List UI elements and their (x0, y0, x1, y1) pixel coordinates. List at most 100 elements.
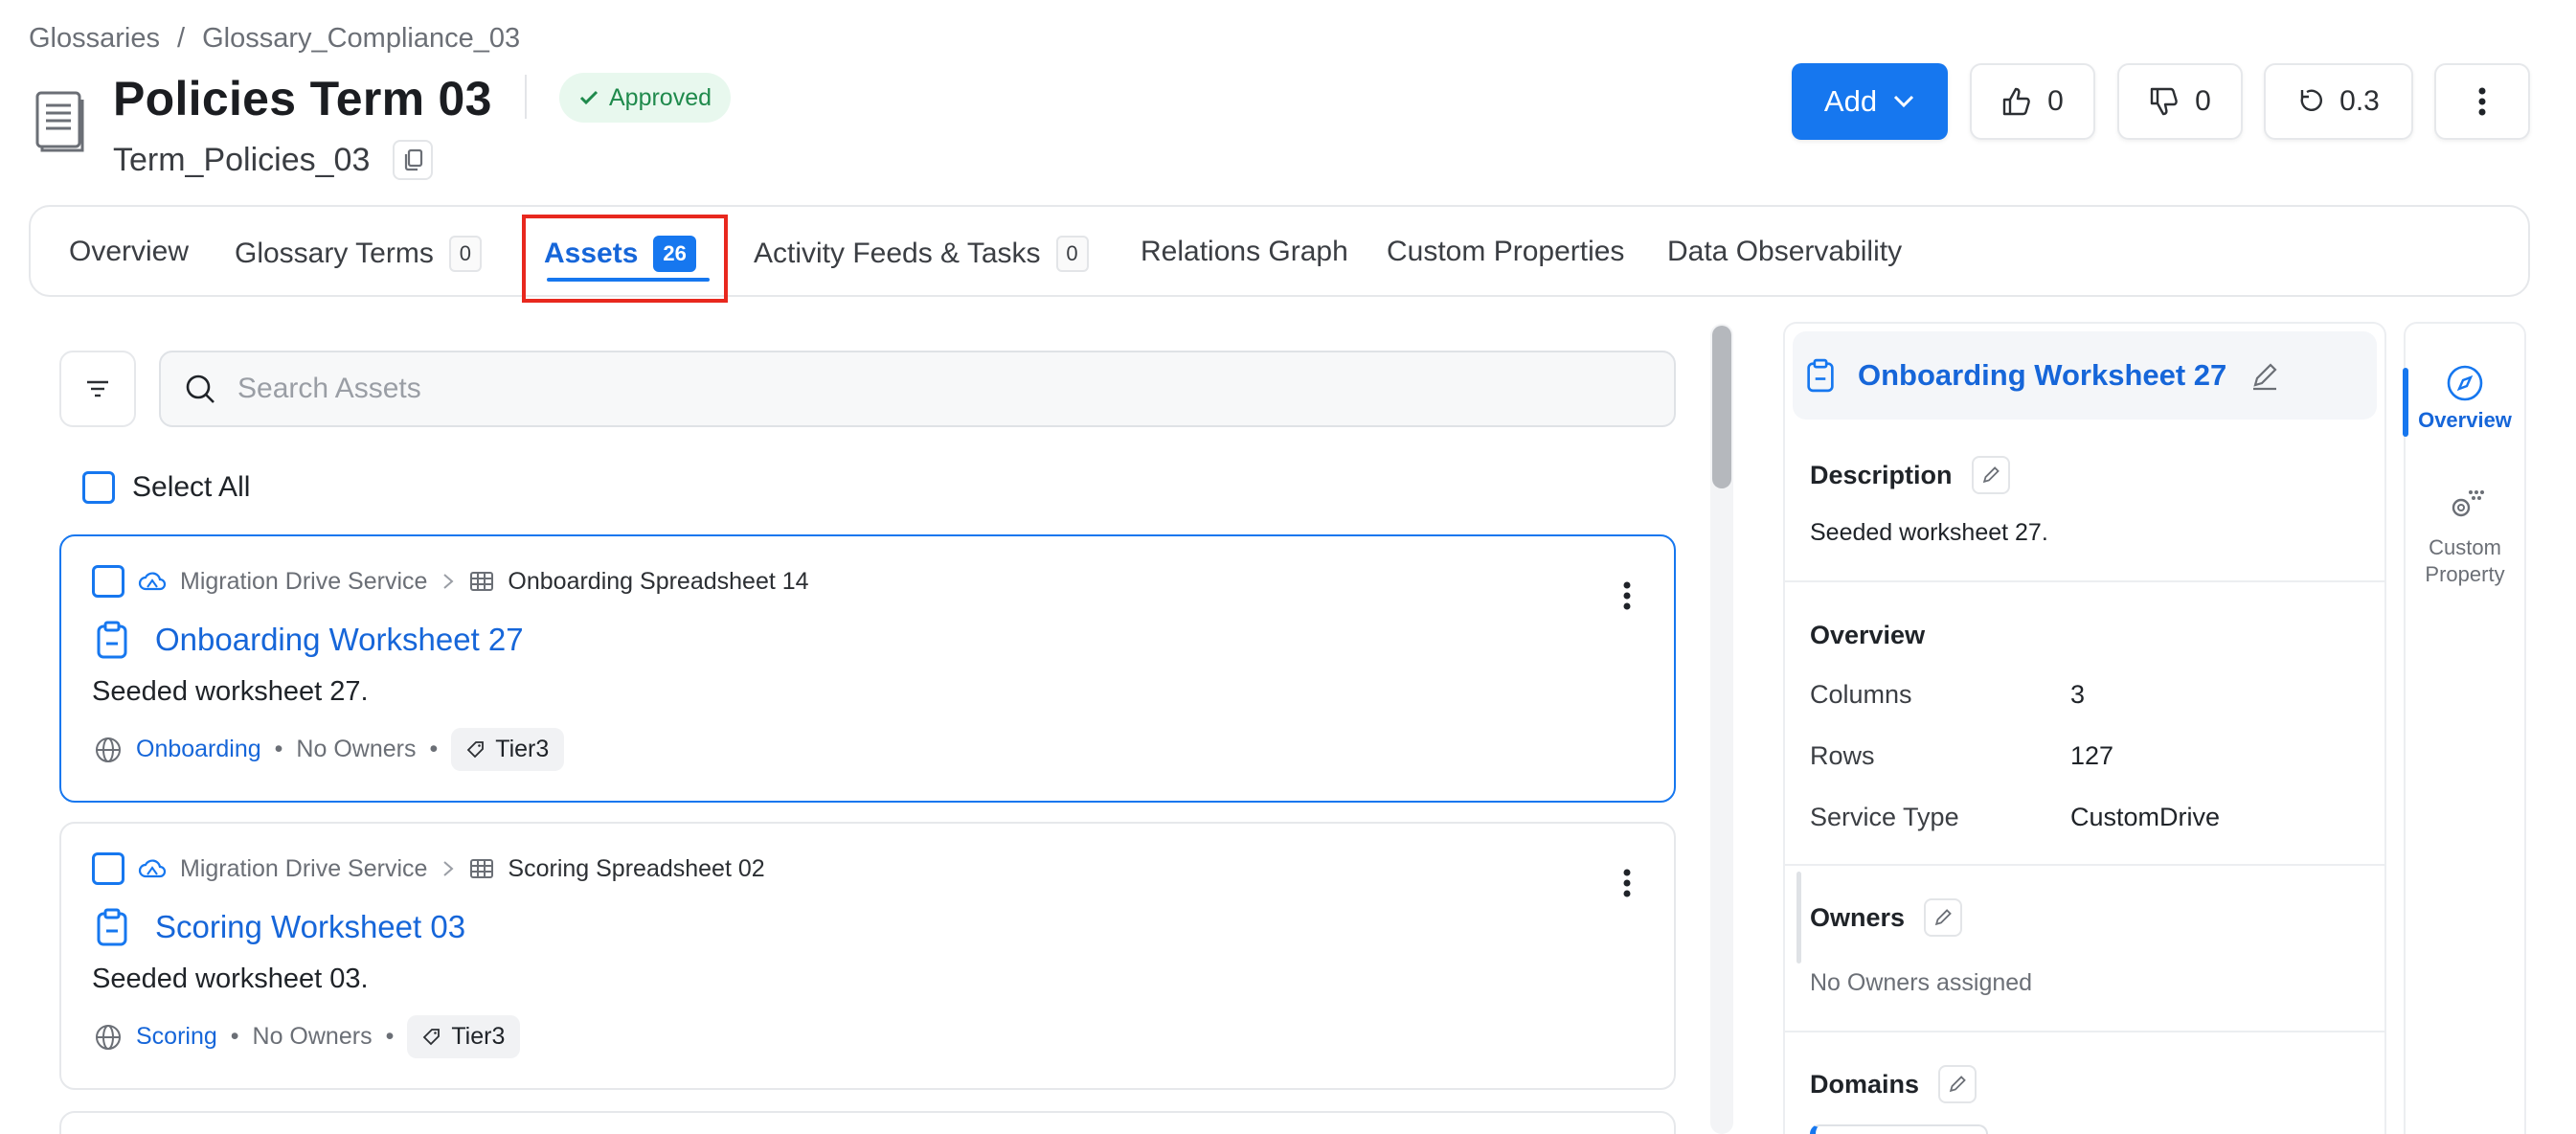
asset-card[interactable]: Migration Drive Service Scoring Spreadsh… (59, 822, 1676, 1090)
tab-count: 0 (448, 236, 482, 272)
details-panel (1783, 322, 2386, 1134)
domains-header: Domains (1810, 1065, 1977, 1103)
rail-overview[interactable]: Overview (2404, 364, 2526, 433)
asset-meta: Onboarding • No Owners • Tier3 (94, 728, 565, 771)
like-count: 0 (2047, 85, 2064, 117)
asset-name-link[interactable]: Scoring Worksheet 03 (155, 909, 465, 945)
tab-label: Relations Graph (1141, 236, 1348, 267)
tab-relations-graph[interactable]: Relations Graph (1141, 236, 1348, 268)
asset-breadcrumb: Migration Drive Service Onboarding Sprea… (92, 565, 809, 598)
asset-menu-icon[interactable] (1622, 868, 1632, 898)
like-button[interactable]: 0 (1970, 63, 2095, 140)
chevron-right-icon (443, 861, 454, 876)
page-title: Policies Term 03 (113, 72, 492, 125)
parent-link[interactable]: Scoring Spreadsheet 02 (508, 855, 764, 883)
breadcrumb-current[interactable]: Glossary_Compliance_03 (202, 23, 520, 55)
select-all[interactable]: Select All (82, 471, 250, 504)
edit-owners-button[interactable] (1924, 898, 1963, 937)
tab-activity-feeds[interactable]: Activity Feeds & Tasks 0 (754, 236, 1089, 272)
owners-text: No Owners (252, 1023, 373, 1050)
tab-label: Custom Properties (1387, 236, 1625, 267)
kebab-menu-icon (2478, 87, 2486, 116)
service-link[interactable]: Migration Drive Service (180, 568, 427, 596)
display-name: Term_Policies_03 (113, 142, 371, 178)
copy-icon (404, 148, 423, 171)
globe-icon (96, 737, 121, 762)
history-icon (2300, 89, 2323, 111)
asset-description: Seeded worksheet 27. (92, 676, 369, 707)
select-all-checkbox[interactable] (82, 471, 115, 504)
thumbs-down-icon (2150, 87, 2178, 116)
globe-icon (96, 1024, 121, 1050)
meta-dot: • (274, 736, 283, 762)
owners-text: No Owners (296, 736, 417, 762)
tab-custom-properties[interactable]: Custom Properties (1387, 236, 1624, 268)
edit-description-button[interactable] (1971, 456, 2010, 494)
asset-name-row: Onboarding Worksheet 27 (96, 621, 524, 659)
asset-checkbox[interactable] (92, 565, 124, 598)
version-button[interactable]: 0.3 (2264, 63, 2413, 140)
asset-name-link[interactable]: Onboarding Worksheet 27 (155, 622, 524, 658)
parent-link[interactable]: Onboarding Spreadsheet 14 (508, 568, 808, 596)
service-link[interactable]: Migration Drive Service (180, 855, 427, 883)
add-button-label: Add (1823, 84, 1878, 118)
description-label: Description (1810, 460, 1953, 489)
rail-custom-property-label: Custom Property (2425, 535, 2505, 586)
custom-property-icon (2452, 490, 2484, 517)
asset-menu-icon[interactable] (1622, 580, 1632, 611)
divider (1785, 864, 2384, 866)
breadcrumb: Glossaries / Glossary_Compliance_03 (29, 23, 520, 55)
more-options-button[interactable] (2434, 63, 2530, 140)
scrollbar-thumb[interactable] (1712, 326, 1731, 488)
panel-description: Seeded worksheet 27. (1810, 519, 2048, 546)
search-input[interactable] (237, 373, 1578, 405)
tab-glossary-terms[interactable]: Glossary Terms 0 (235, 236, 482, 272)
tab-label: Glossary Terms (235, 238, 434, 269)
edit-domains-button[interactable] (1938, 1065, 1977, 1103)
tier-label: Tier3 (495, 736, 550, 762)
copy-button[interactable] (393, 140, 433, 180)
domain-link[interactable]: Scoring (136, 1023, 217, 1051)
tier-label: Tier3 (451, 1023, 506, 1050)
rail-custom-property[interactable]: Custom Property (2404, 485, 2526, 588)
rows-key: Rows (1810, 741, 1875, 770)
service-type-key: Service Type (1810, 803, 1959, 831)
asset-checkbox[interactable] (92, 852, 124, 885)
tab-overview[interactable]: Overview (69, 236, 189, 268)
highlight-annotation (522, 215, 728, 303)
asset-card[interactable] (59, 1111, 1676, 1134)
owners-label: Owners (1810, 902, 1906, 932)
version-number: 0.3 (2339, 85, 2380, 117)
add-button[interactable]: Add (1792, 63, 1948, 140)
divider (1785, 580, 2384, 582)
worksheet-icon (97, 621, 127, 659)
edit-icon (1982, 466, 2000, 484)
tab-label: Overview (69, 236, 190, 267)
dislike-count: 0 (2195, 85, 2211, 117)
edit-icon[interactable] (2249, 360, 2280, 391)
rows-value: 127 (2070, 741, 2114, 770)
filter-button[interactable] (59, 351, 136, 427)
breadcrumb-glossaries-link[interactable]: Glossaries (29, 23, 160, 55)
tier-tag[interactable]: Tier3 (407, 1015, 521, 1058)
asset-breadcrumb: Migration Drive Service Scoring Spreadsh… (92, 852, 765, 885)
chevron-down-icon (1894, 95, 1914, 108)
worksheet-icon (1807, 358, 1834, 393)
meta-dot: • (230, 1023, 239, 1050)
domain-link[interactable]: Onboarding (136, 736, 261, 763)
domain-chip[interactable] (1810, 1124, 1988, 1134)
thumbs-up-icon (2002, 87, 2030, 116)
domains-label: Domains (1810, 1069, 1920, 1099)
worksheet-icon (97, 908, 127, 946)
breadcrumb-separator: / (177, 23, 186, 54)
status-badge: Approved (559, 73, 732, 123)
asset-meta: Scoring • No Owners • Tier3 (94, 1015, 521, 1058)
search-bar (159, 351, 1676, 427)
dislike-button[interactable]: 0 (2117, 63, 2243, 140)
edit-icon (1934, 909, 1952, 926)
tab-count: 0 (1055, 236, 1089, 272)
asset-card[interactable]: Migration Drive Service Onboarding Sprea… (59, 534, 1676, 803)
tier-tag[interactable]: Tier3 (451, 728, 565, 771)
tab-data-observability[interactable]: Data Observability (1667, 236, 1902, 268)
panel-title-link[interactable]: Onboarding Worksheet 27 (1858, 358, 2226, 393)
